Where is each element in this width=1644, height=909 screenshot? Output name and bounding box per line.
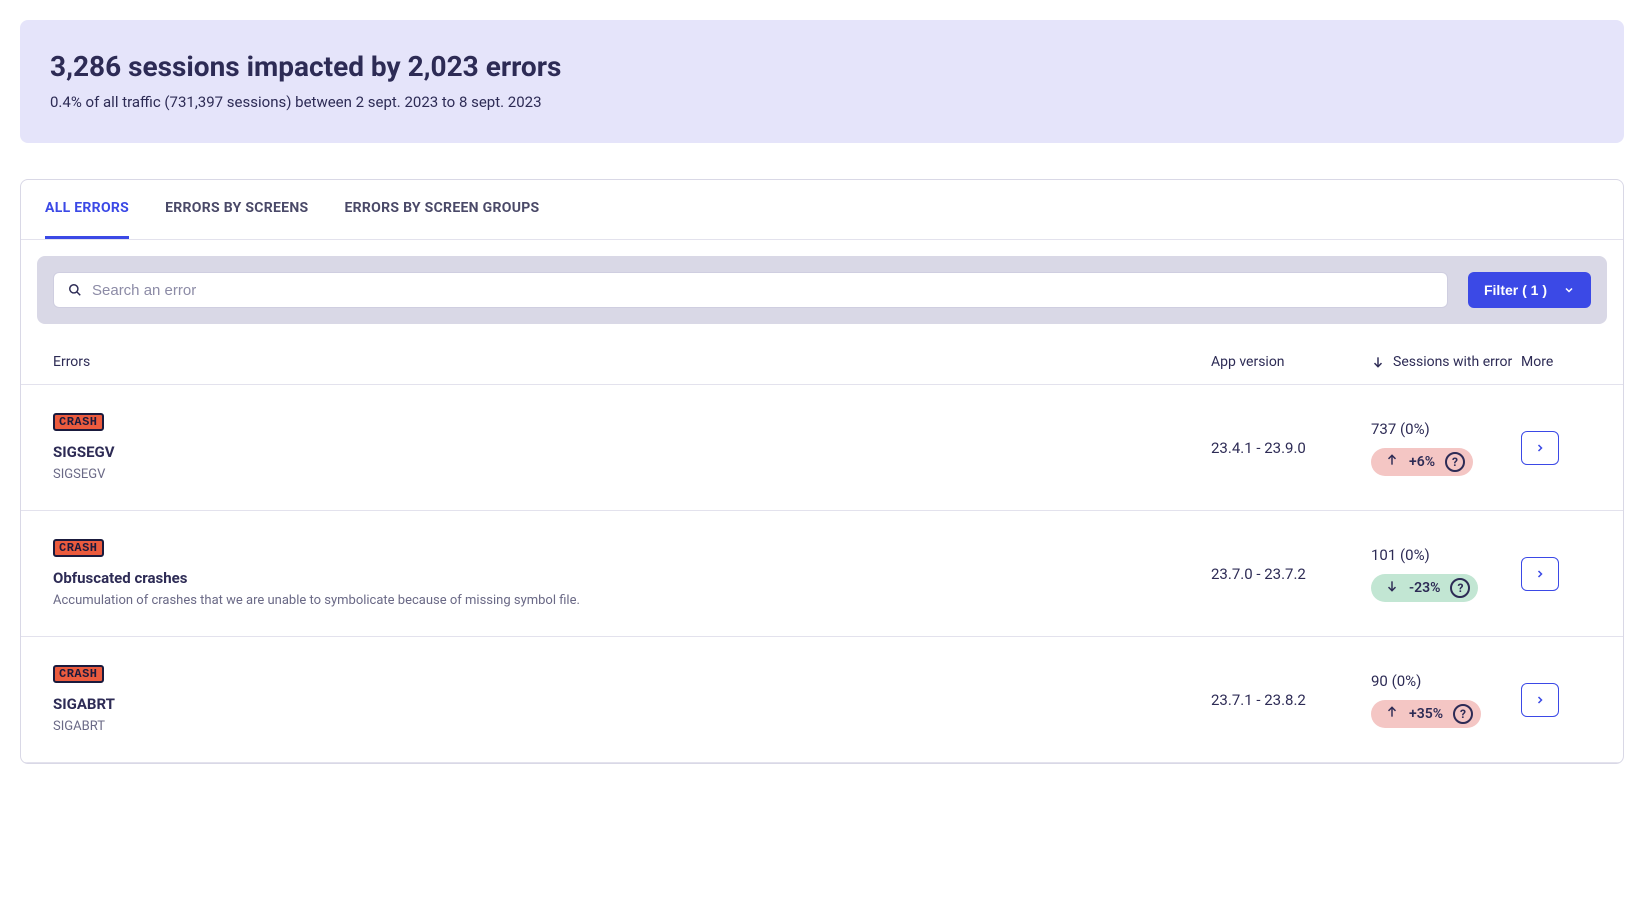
more-cell: [1521, 683, 1591, 717]
table-row: CRASH SIGSEGV SIGSEGV 23.4.1 - 23.9.0 73…: [21, 385, 1623, 511]
chevron-right-icon: [1534, 568, 1546, 580]
sort-down-icon: [1371, 355, 1385, 369]
more-cell: [1521, 557, 1591, 591]
error-cell: CRASH SIGSEGV SIGSEGV: [53, 413, 1211, 482]
summary-banner: 3,286 sessions impacted by 2,023 errors …: [20, 20, 1624, 143]
column-header-more: More: [1521, 354, 1591, 370]
crash-badge: CRASH: [53, 413, 104, 431]
page-title: 3,286 sessions impacted by 2,023 errors: [50, 50, 1594, 83]
search-input-container[interactable]: [53, 272, 1448, 308]
crash-badge: CRASH: [53, 665, 104, 683]
error-cell: CRASH SIGABRT SIGABRT: [53, 665, 1211, 734]
tab-errors-by-screens[interactable]: ERRORS BY SCREENS: [165, 180, 308, 239]
trend-pill: +35% ?: [1371, 700, 1481, 728]
tab-all-errors[interactable]: ALL ERRORS: [45, 180, 129, 239]
trend-pill: +6% ?: [1371, 448, 1473, 476]
arrow-up-icon: [1385, 453, 1399, 471]
arrow-up-icon: [1385, 705, 1399, 723]
search-filter-bar: Filter ( 1 ): [37, 256, 1607, 324]
trend-value: +6%: [1409, 454, 1435, 470]
more-button[interactable]: [1521, 557, 1559, 591]
sessions-count: 101 (0%): [1371, 546, 1521, 564]
column-header-sessions-label: Sessions with error: [1393, 354, 1512, 370]
search-icon: [68, 283, 82, 297]
filter-button[interactable]: Filter ( 1 ): [1468, 272, 1591, 308]
error-description: SIGSEGV: [53, 467, 1211, 482]
trend-value: +35%: [1409, 706, 1443, 722]
column-header-errors[interactable]: Errors: [53, 354, 1211, 370]
app-version-cell: 23.4.1 - 23.9.0: [1211, 439, 1371, 457]
tab-errors-by-screen-groups[interactable]: ERRORS BY SCREEN GROUPS: [344, 180, 539, 239]
more-button[interactable]: [1521, 683, 1559, 717]
tab-bar: ALL ERRORS ERRORS BY SCREENS ERRORS BY S…: [21, 180, 1623, 240]
crash-badge: CRASH: [53, 539, 104, 557]
errors-panel: ALL ERRORS ERRORS BY SCREENS ERRORS BY S…: [20, 179, 1624, 764]
trend-pill: -23% ?: [1371, 574, 1478, 602]
arrow-down-icon: [1385, 579, 1399, 597]
help-icon[interactable]: ?: [1453, 704, 1473, 724]
column-header-sessions[interactable]: Sessions with error: [1371, 354, 1521, 370]
more-cell: [1521, 431, 1591, 465]
table-row: CRASH Obfuscated crashes Accumulation of…: [21, 511, 1623, 637]
help-icon[interactable]: ?: [1445, 452, 1465, 472]
error-description: Accumulation of crashes that we are unab…: [53, 593, 1211, 608]
sessions-count: 90 (0%): [1371, 672, 1521, 690]
sessions-count: 737 (0%): [1371, 420, 1521, 438]
error-description: SIGABRT: [53, 719, 1211, 734]
app-version-cell: 23.7.0 - 23.7.2: [1211, 565, 1371, 583]
error-cell: CRASH Obfuscated crashes Accumulation of…: [53, 539, 1211, 608]
chevron-right-icon: [1534, 442, 1546, 454]
trend-value: -23%: [1409, 580, 1440, 596]
errors-table: Errors App version Sessions with error M…: [21, 340, 1623, 763]
error-name: Obfuscated crashes: [53, 569, 1211, 587]
chevron-right-icon: [1534, 694, 1546, 706]
help-icon[interactable]: ?: [1450, 578, 1470, 598]
error-name: SIGSEGV: [53, 443, 1211, 461]
sessions-cell: 90 (0%) +35% ?: [1371, 672, 1521, 728]
error-name: SIGABRT: [53, 695, 1211, 713]
filter-button-label: Filter ( 1 ): [1484, 282, 1547, 298]
app-version-cell: 23.7.1 - 23.8.2: [1211, 691, 1371, 709]
table-row: CRASH SIGABRT SIGABRT 23.7.1 - 23.8.2 90…: [21, 637, 1623, 763]
sessions-cell: 101 (0%) -23% ?: [1371, 546, 1521, 602]
more-button[interactable]: [1521, 431, 1559, 465]
table-header: Errors App version Sessions with error M…: [21, 340, 1623, 385]
search-input[interactable]: [82, 282, 1433, 299]
chevron-down-icon: [1563, 284, 1575, 296]
sessions-cell: 737 (0%) +6% ?: [1371, 420, 1521, 476]
page-subtitle: 0.4% of all traffic (731,397 sessions) b…: [50, 93, 1594, 111]
column-header-version[interactable]: App version: [1211, 354, 1371, 370]
